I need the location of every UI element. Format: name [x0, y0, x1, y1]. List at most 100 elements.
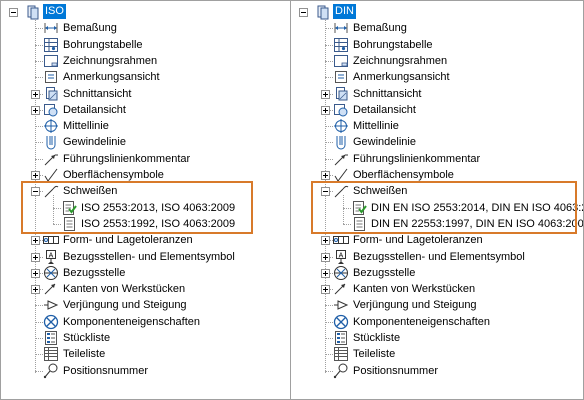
left-style-tree-pane[interactable]: ISO Bemaßung Bohrungstabelle Zeichnungsrahm…	[0, 0, 290, 400]
tree-item[interactable]: Anmerkungsansicht	[1, 69, 286, 85]
tree-item[interactable]: Anmerkungsansicht	[291, 69, 576, 85]
tree-item[interactable]: Detailansicht	[1, 102, 286, 118]
section-view-icon	[333, 86, 349, 102]
tree-item-label: Zeichnungsrahmen	[63, 54, 158, 67]
collapse-toggle[interactable]	[299, 8, 308, 17]
tree-item[interactable]: Bohrungstabelle	[291, 37, 576, 53]
tree-item[interactable]: Positionsnummer	[1, 363, 286, 379]
balloon-icon	[333, 363, 349, 379]
tree-item-label: Mittellinie	[63, 120, 109, 133]
tree-connector	[35, 354, 43, 356]
tree-item[interactable]: A Bezugsstellen- und Elementsymbol	[1, 249, 286, 265]
tree-connector	[35, 60, 43, 62]
tree-connector	[325, 77, 333, 79]
edge-icon	[43, 281, 59, 297]
gdt-icon	[333, 232, 349, 248]
tree-connector	[325, 28, 333, 30]
tree-item[interactable]: Gewindelinie	[291, 134, 576, 150]
tree-item-label: Führungslinienkommentar	[63, 152, 191, 165]
root-icon	[25, 4, 41, 20]
tree-item[interactable]: Bemaßung	[291, 20, 576, 36]
dimension-icon	[333, 20, 349, 36]
tree-item[interactable]: Schnittansicht	[291, 86, 576, 102]
tree-connector	[35, 158, 43, 160]
tree-item[interactable]: Bohrungstabelle	[1, 37, 286, 53]
detail-view-icon	[333, 102, 349, 118]
collapse-toggle[interactable]	[9, 8, 18, 17]
tree-connector	[325, 158, 333, 160]
tree-item[interactable]: Mittellinie	[1, 118, 286, 134]
expand-toggle[interactable]	[31, 252, 40, 262]
expand-toggle[interactable]	[321, 171, 330, 180]
tree-item[interactable]: Stückliste	[1, 330, 286, 346]
tree-item-label: Komponenteneigenschaften	[353, 315, 490, 328]
tree-item[interactable]: Komponenteneigenschaften	[1, 314, 286, 330]
tree-item[interactable]: Bezugsstelle	[291, 265, 576, 281]
expand-toggle[interactable]	[321, 285, 330, 295]
tree-item[interactable]: Zeichnungsrahmen	[291, 53, 576, 69]
expand-toggle[interactable]	[31, 268, 40, 278]
tree-item-label: Verjüngung und Steigung	[63, 299, 187, 312]
expand-toggle[interactable]	[31, 105, 40, 115]
tree-item[interactable]: Gewindelinie	[1, 134, 286, 150]
tree-root-label[interactable]: ISO	[43, 4, 66, 19]
tree-connector	[325, 370, 333, 372]
tree-item-label: Form- und Lagetoleranzen	[63, 234, 193, 247]
tree-item-label: Bezugsstelle	[353, 266, 416, 279]
tree-item[interactable]: Komponenteneigenschaften	[291, 314, 576, 330]
tree-item[interactable]: Führungslinienkommentar	[1, 151, 286, 167]
tree-root-label[interactable]: DIN	[333, 4, 356, 19]
tree-connector	[35, 305, 43, 307]
tree-item-label: Mittellinie	[353, 120, 399, 133]
expand-toggle[interactable]	[31, 285, 40, 295]
tree-item[interactable]: Form- und Lagetoleranzen	[291, 232, 576, 248]
tree-item[interactable]: Zeichnungsrahmen	[1, 53, 286, 69]
tree-item-label: Positionsnummer	[353, 364, 438, 377]
tree-root[interactable]: ISO	[1, 4, 281, 20]
tree-item[interactable]: A Bezugsstellen- und Elementsymbol	[291, 249, 576, 265]
right-style-tree-pane[interactable]: DIN Bemaßung Bohrungstabelle Zeichnungsrahm…	[290, 0, 584, 400]
tree-item[interactable]: Schnittansicht	[1, 86, 286, 102]
tree-connector	[35, 77, 43, 79]
tree-item-label: Kanten von Werkstücken	[353, 283, 476, 296]
tree-item[interactable]: Teileliste	[291, 346, 576, 362]
tree-item[interactable]: Form- und Lagetoleranzen	[1, 232, 286, 248]
tree-item[interactable]: Positionsnummer	[291, 363, 576, 379]
expand-toggle[interactable]	[31, 171, 40, 180]
tree-item[interactable]: Bezugsstelle	[1, 265, 286, 281]
tree-root[interactable]: DIN	[291, 4, 571, 20]
hole-table-icon	[333, 37, 349, 53]
tree-item[interactable]: Verjüngung und Steigung	[291, 297, 576, 313]
tree-item[interactable]: Stückliste	[291, 330, 576, 346]
tree-item-label: Bezugsstellen- und Elementsymbol	[353, 250, 525, 263]
expand-toggle[interactable]	[321, 89, 330, 99]
parts-table-icon	[333, 346, 349, 362]
tree-item[interactable]: Bemaßung	[1, 20, 286, 36]
detail-view-icon	[43, 102, 59, 118]
tree-item-label: Teileliste	[353, 348, 396, 361]
tree-item[interactable]: Kanten von Werkstücken	[291, 281, 576, 297]
drawing-frame-icon	[333, 53, 349, 69]
tree-item[interactable]: Verjüngung und Steigung	[1, 297, 286, 313]
tree-connector	[325, 321, 333, 323]
tree-connector	[325, 126, 333, 128]
expand-toggle[interactable]	[31, 89, 40, 99]
tree-item[interactable]: Kanten von Werkstücken	[1, 281, 286, 297]
expand-toggle[interactable]	[31, 236, 40, 246]
thread-line-icon	[43, 134, 59, 150]
tree-item[interactable]: Mittellinie	[291, 118, 576, 134]
tree-item[interactable]: Führungslinienkommentar	[291, 151, 576, 167]
taper-icon	[333, 297, 349, 313]
expand-toggle[interactable]	[321, 268, 330, 278]
tree-item[interactable]: Detailansicht	[291, 102, 576, 118]
expand-toggle[interactable]	[321, 252, 330, 262]
tree-item-label: Stückliste	[63, 332, 111, 344]
tree-item[interactable]: Teileliste	[1, 346, 286, 362]
expand-toggle[interactable]	[321, 105, 330, 115]
svg-text:A: A	[49, 252, 54, 259]
tree-item-label: Bezugsstellen- und Elementsymbol	[63, 250, 235, 263]
tree-connector	[325, 60, 333, 62]
parts-list-icon	[333, 330, 349, 346]
expand-toggle[interactable]	[321, 236, 330, 246]
tree-item-label: Positionsnummer	[63, 364, 148, 377]
